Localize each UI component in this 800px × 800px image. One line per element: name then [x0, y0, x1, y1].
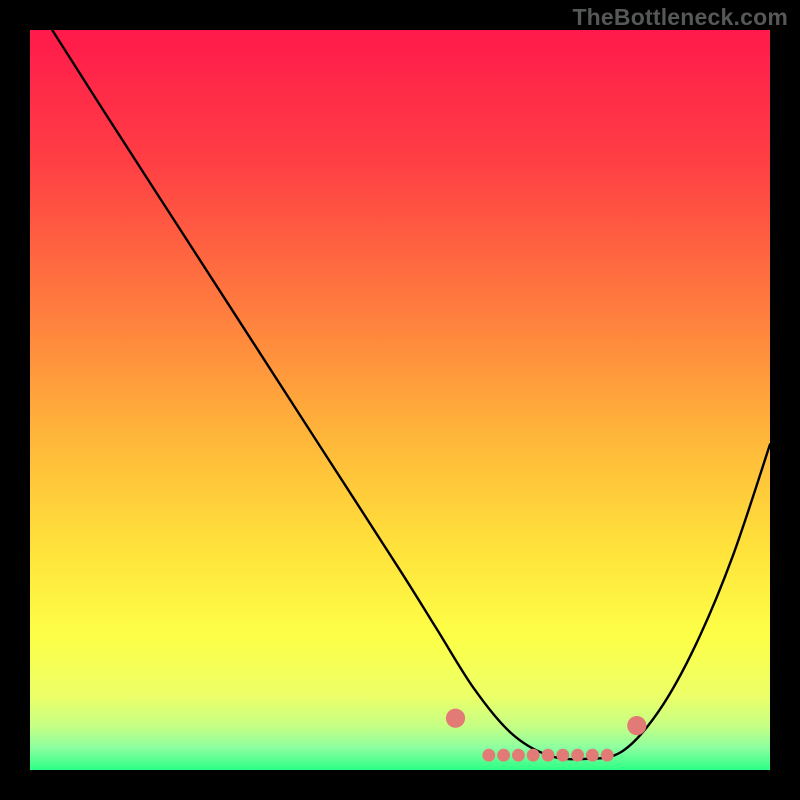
flat-zone-dot [527, 749, 540, 762]
watermark-text: TheBottleneck.com [572, 4, 788, 31]
flat-zone-dot [556, 749, 569, 762]
flat-zone-dot [497, 749, 510, 762]
chart-frame: TheBottleneck.com [0, 0, 800, 800]
flat-zone-dot [512, 749, 525, 762]
flat-zone-dot [571, 749, 584, 762]
chart-background-gradient [30, 30, 770, 770]
flat-zone-dot [542, 749, 555, 762]
flat-zone-cap-left [446, 709, 465, 728]
chart-plot-area [30, 30, 770, 770]
chart-svg [30, 30, 770, 770]
flat-zone-dot [586, 749, 599, 762]
flat-zone-dot [482, 749, 495, 762]
flat-zone-cap-right [627, 716, 646, 735]
flat-zone-dot [601, 749, 614, 762]
